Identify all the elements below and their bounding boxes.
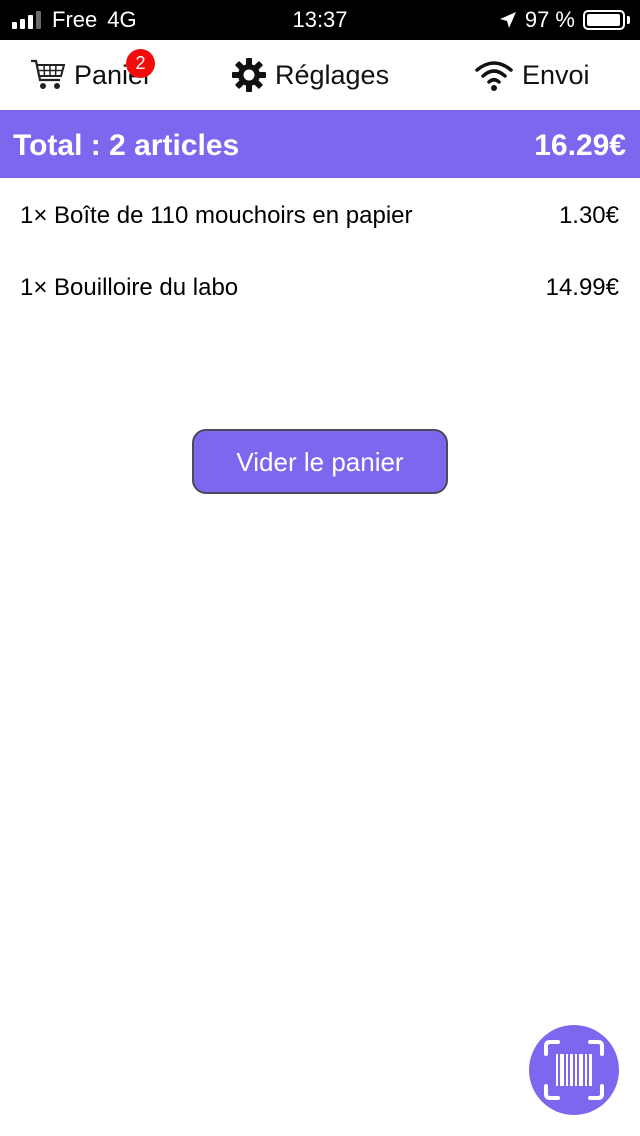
item-price: 1.30€ xyxy=(558,202,619,229)
gear-icon xyxy=(231,57,267,93)
item-description: 1× Bouilloire du labo xyxy=(20,274,239,301)
nav-send-label: Envoi xyxy=(522,59,590,90)
item-description: 1× Boîte de 110 mouchoirs en papier xyxy=(20,202,413,229)
wifi-icon xyxy=(474,58,514,92)
battery-icon xyxy=(583,10,625,30)
battery-level-fill xyxy=(587,14,620,26)
barcode-scan-icon xyxy=(544,1040,604,1100)
cart-item-row[interactable]: 1× Bouilloire du labo 14.99€ xyxy=(0,250,640,322)
cart-item-row[interactable]: 1× Boîte de 110 mouchoirs en papier 1.30… xyxy=(0,178,640,250)
location-arrow-icon xyxy=(499,11,517,29)
cart-icon xyxy=(30,58,66,92)
item-price: 14.99€ xyxy=(545,274,619,301)
battery-percent: 97 % xyxy=(524,7,575,32)
status-bar: Free 4G 13:37 97 % xyxy=(0,0,640,40)
total-label: Total : 2 articles xyxy=(13,129,240,162)
status-right: 97 % xyxy=(499,0,630,40)
clear-cart-button[interactable]: Vider le panier xyxy=(192,429,448,494)
scan-barcode-button[interactable] xyxy=(529,1025,619,1115)
battery-tip xyxy=(627,16,630,24)
nav-settings-tab[interactable]: Réglages xyxy=(231,40,389,110)
nav-send-tab[interactable]: Envoi xyxy=(474,40,590,110)
app-screen: Free 4G 13:37 97 % Panier 2 Réglages Env… xyxy=(0,0,640,1136)
nav-settings-label: Réglages xyxy=(275,59,390,90)
cart-item-list: 1× Boîte de 110 mouchoirs en papier 1.30… xyxy=(0,178,640,322)
cart-total-bar: Total : 2 articles 16.29€ xyxy=(0,110,640,178)
top-navigation: Panier 2 Réglages Envoi xyxy=(0,40,640,110)
total-amount: 16.29€ xyxy=(534,129,626,162)
cart-count-badge: 2 xyxy=(126,49,155,78)
